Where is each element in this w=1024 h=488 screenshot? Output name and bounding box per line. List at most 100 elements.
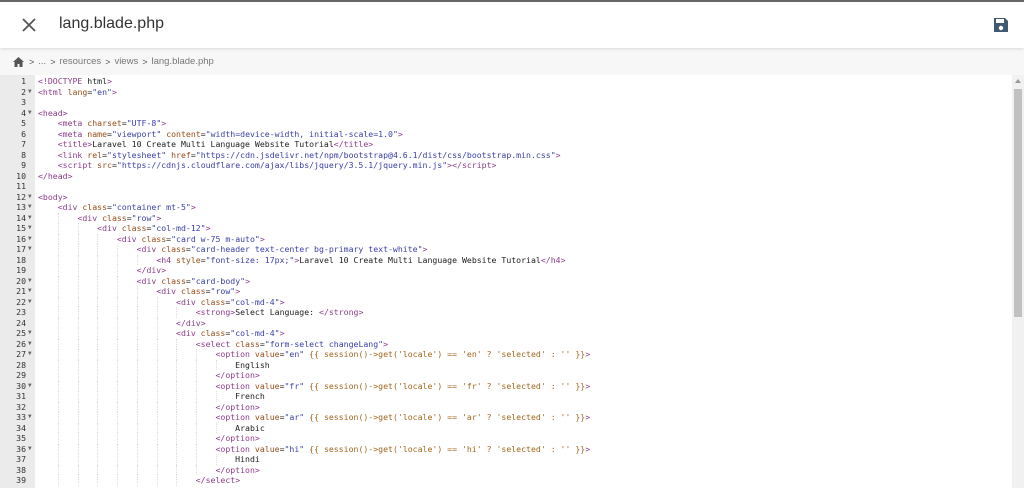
code-line[interactable]: 35 </option> <box>0 433 1012 444</box>
fold-toggle-icon[interactable]: ▼ <box>28 349 32 360</box>
chevron-right-icon: > <box>50 56 56 67</box>
code-line[interactable]: 37 Hindi <box>0 454 1012 465</box>
fold-toggle-icon[interactable]: ▼ <box>28 286 32 297</box>
code-line[interactable]: 3 <box>0 97 1012 108</box>
line-number: 17 <box>16 244 26 254</box>
code-line[interactable]: 32 </option> <box>0 401 1012 412</box>
code-line[interactable]: 13 ▼ <div class="container mt-5"> <box>0 202 1012 213</box>
fold-toggle-icon[interactable]: ▼ <box>28 244 32 255</box>
code-line[interactable]: 30 ▼ <option value="fr" {{ session()->get… <box>0 380 1012 392</box>
code-line[interactable]: 28 English <box>0 359 1012 370</box>
code-line[interactable]: 38 </option> <box>0 464 1012 475</box>
line-number: 1 <box>21 76 26 86</box>
code-line[interactable]: 29 </option> <box>0 370 1012 381</box>
fold-toggle-icon[interactable]: ▼ <box>28 234 32 245</box>
code-text: </div> <box>176 317 206 328</box>
code-line[interactable]: 17 ▼ <div class="card-header text-center … <box>0 244 1012 255</box>
code-editor[interactable]: 1 <!DOCTYPE html> 2 ▼ <html lang="en"> 3 4 ▼ <he… <box>0 75 1012 488</box>
chevron-right-icon: > <box>105 56 111 67</box>
code-line[interactable]: 27 ▼ <option value="en" {{ session()->get… <box>0 349 1012 360</box>
code-line[interactable]: 8 <link rel="stylesheet" href="https://c… <box>0 150 1012 161</box>
code-line[interactable]: 12 ▼ <body> <box>0 192 1012 203</box>
code-line[interactable]: 26 ▼ <select class="form-select changeLan… <box>0 338 1012 350</box>
vertical-scrollbar[interactable] <box>1012 75 1024 488</box>
fold-toggle-icon[interactable]: ▼ <box>28 444 32 455</box>
line-number: 4 <box>21 107 26 118</box>
fold-toggle-icon[interactable]: ▼ <box>28 108 32 119</box>
code-line[interactable]: 19 </div> <box>0 265 1012 276</box>
code-line[interactable]: 34 Arabic <box>0 422 1012 433</box>
breadcrumb: > ... > resources > views > lang.blade.p… <box>0 48 1024 75</box>
code-line[interactable]: 1 <!DOCTYPE html> <box>0 76 1012 87</box>
code-line[interactable]: 23 <strong>Select Language: </strong> <box>0 307 1012 318</box>
fold-toggle-icon[interactable]: ▼ <box>28 381 32 392</box>
code-text: <div class="card w-75 m-auto"> <box>116 233 265 244</box>
code-text: <html lang="en"> <box>38 86 117 97</box>
code-line[interactable]: 5 <meta charset="UTF-8"> <box>0 118 1012 129</box>
code-line[interactable]: 16 ▼ <div class="card w-75 m-auto"> <box>0 233 1012 245</box>
code-text: <link rel="stylesheet" href="https://cdn… <box>57 149 561 160</box>
code-text: <meta charset="UTF-8"> <box>57 118 167 128</box>
code-line[interactable]: 22 ▼ <div class="col-md-4"> <box>0 296 1012 308</box>
code-text: French <box>38 391 265 401</box>
code-line[interactable]: 14 ▼ <div class="row"> <box>0 212 1012 224</box>
code-line[interactable]: 39 </select> <box>0 475 1012 486</box>
code-line[interactable]: 18 <h4 style="font-size: 17px;">Laravel … <box>0 254 1012 265</box>
code-line[interactable]: 9 <script src="https://cdnjs.cloudflare.… <box>0 160 1012 171</box>
code-line[interactable]: 24 </div> <box>0 317 1012 328</box>
code-line[interactable]: 7 <title>Laravel 10 Create Multi Languag… <box>0 139 1012 150</box>
fold-toggle-icon[interactable]: ▼ <box>28 87 32 98</box>
code-line[interactable]: 11 <box>0 181 1012 192</box>
editor-header: lang.blade.php <box>0 0 1024 48</box>
code-line[interactable]: 21 ▼ <div class="row"> <box>0 286 1012 297</box>
fold-toggle-icon[interactable]: ▼ <box>28 192 32 203</box>
code-text: <meta name="viewport" content="width=dev… <box>57 128 403 139</box>
fold-toggle-icon[interactable]: ▼ <box>28 202 32 213</box>
save-icon[interactable] <box>993 17 1009 33</box>
line-number: 32 <box>16 401 26 412</box>
home-icon[interactable] <box>13 56 24 67</box>
fold-toggle-icon[interactable]: ▼ <box>28 213 32 224</box>
line-number: 35 <box>16 433 26 443</box>
code-text: Arabic <box>38 422 265 433</box>
scroll-up-icon[interactable] <box>1015 79 1021 83</box>
line-number: 3 <box>21 97 26 107</box>
fold-toggle-icon[interactable]: ▼ <box>28 276 32 287</box>
line-number: 24 <box>16 317 26 328</box>
fold-toggle-icon[interactable]: ▼ <box>28 412 32 423</box>
line-number: 33 <box>16 412 26 422</box>
breadcrumb-views[interactable]: views <box>114 56 138 67</box>
code-text: <option value="en" {{ session()->get('lo… <box>215 349 591 359</box>
fold-toggle-icon[interactable]: ▼ <box>28 297 32 308</box>
line-number: 8 <box>21 149 26 160</box>
code-line[interactable]: 25 ▼ <div class="col-md-4"> <box>0 328 1012 339</box>
line-number: 25 <box>16 328 26 338</box>
close-icon[interactable] <box>20 16 38 34</box>
code-line[interactable]: 10 </head> <box>0 171 1012 182</box>
line-number: 6 <box>21 128 26 139</box>
code-line[interactable]: 15 ▼ <div class="col-md-12"> <box>0 223 1012 234</box>
code-line[interactable]: 36 ▼ <option value="hi" {{ session()->get… <box>0 443 1012 455</box>
code-text: <div class="col-md-4"> <box>176 328 285 338</box>
code-line[interactable]: 6 <meta name="viewport" content="width=d… <box>0 129 1012 140</box>
line-number: 19 <box>16 265 26 275</box>
code-line[interactable]: 20 ▼ <div class="card-body"> <box>0 275 1012 287</box>
code-text: Hindi <box>38 454 260 464</box>
line-number: 22 <box>16 296 26 307</box>
code-line[interactable]: 4 ▼ <head> <box>0 108 1012 119</box>
code-text: <div class="card-body"> <box>136 275 250 286</box>
fold-toggle-icon[interactable]: ▼ <box>28 328 32 339</box>
code-line[interactable]: 2 ▼ <html lang="en"> <box>0 87 1012 98</box>
code-line[interactable]: 31 French <box>0 391 1012 402</box>
breadcrumb-resources[interactable]: resources <box>59 56 101 67</box>
line-number: 15 <box>16 223 26 233</box>
fold-toggle-icon[interactable]: ▼ <box>28 223 32 234</box>
line-number: 10 <box>16 170 26 181</box>
code-line[interactable]: 33 ▼ <option value="ar" {{ session()->get… <box>0 412 1012 423</box>
line-number: 23 <box>16 307 26 317</box>
fold-toggle-icon[interactable]: ▼ <box>28 339 32 350</box>
breadcrumb-ellipsis[interactable]: ... <box>38 56 46 67</box>
scrollbar-thumb[interactable] <box>1014 89 1022 317</box>
file-title: lang.blade.php <box>59 15 164 32</box>
code-text: <h4 style="font-size: 17px;">Laravel 10 … <box>156 254 566 265</box>
